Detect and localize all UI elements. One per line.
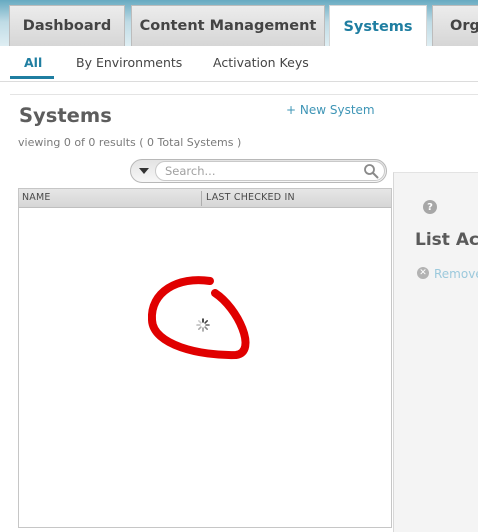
top-navigation-bar: Dashboard Content Management Systems Org xyxy=(0,0,478,47)
active-subnav-indicator xyxy=(10,76,54,79)
column-separator xyxy=(201,191,202,206)
search-input[interactable] xyxy=(155,161,385,181)
tab-content-management[interactable]: Content Management xyxy=(131,5,325,46)
search-bar xyxy=(130,159,387,183)
activation-key-side-panel: ? List Act ✕ Remove xyxy=(393,172,478,532)
new-system-link[interactable]: + New System xyxy=(286,103,375,117)
dropdown-arrow-icon xyxy=(139,168,149,174)
result-count: viewing 0 of 0 results ( 0 Total Systems… xyxy=(18,136,242,149)
filter-dropdown-button[interactable] xyxy=(134,163,154,179)
page-title: Systems xyxy=(19,104,112,127)
remove-icon[interactable]: ✕ xyxy=(417,267,429,279)
help-icon[interactable]: ? xyxy=(423,200,437,214)
subnav-activation-keys[interactable]: Activation Keys xyxy=(213,55,309,70)
header-divider xyxy=(10,94,478,95)
remove-link[interactable]: Remove xyxy=(434,267,478,281)
systems-list: NAME LAST CHECKED IN xyxy=(18,188,392,528)
list-header: NAME LAST CHECKED IN xyxy=(19,189,391,208)
loading-spinner-icon xyxy=(196,318,210,332)
tab-org[interactable]: Org xyxy=(432,5,478,46)
sub-navigation: All By Environments Activation Keys xyxy=(0,46,478,82)
column-header-name[interactable]: NAME xyxy=(22,192,51,203)
tab-dashboard[interactable]: Dashboard xyxy=(9,5,125,46)
column-header-last-checked-in[interactable]: LAST CHECKED IN xyxy=(206,192,295,203)
subnav-by-environments[interactable]: By Environments xyxy=(76,55,182,70)
tab-systems[interactable]: Systems xyxy=(329,5,427,47)
side-panel-title: List Act xyxy=(415,230,478,250)
search-icon[interactable] xyxy=(363,163,379,179)
subnav-all[interactable]: All xyxy=(24,55,42,70)
